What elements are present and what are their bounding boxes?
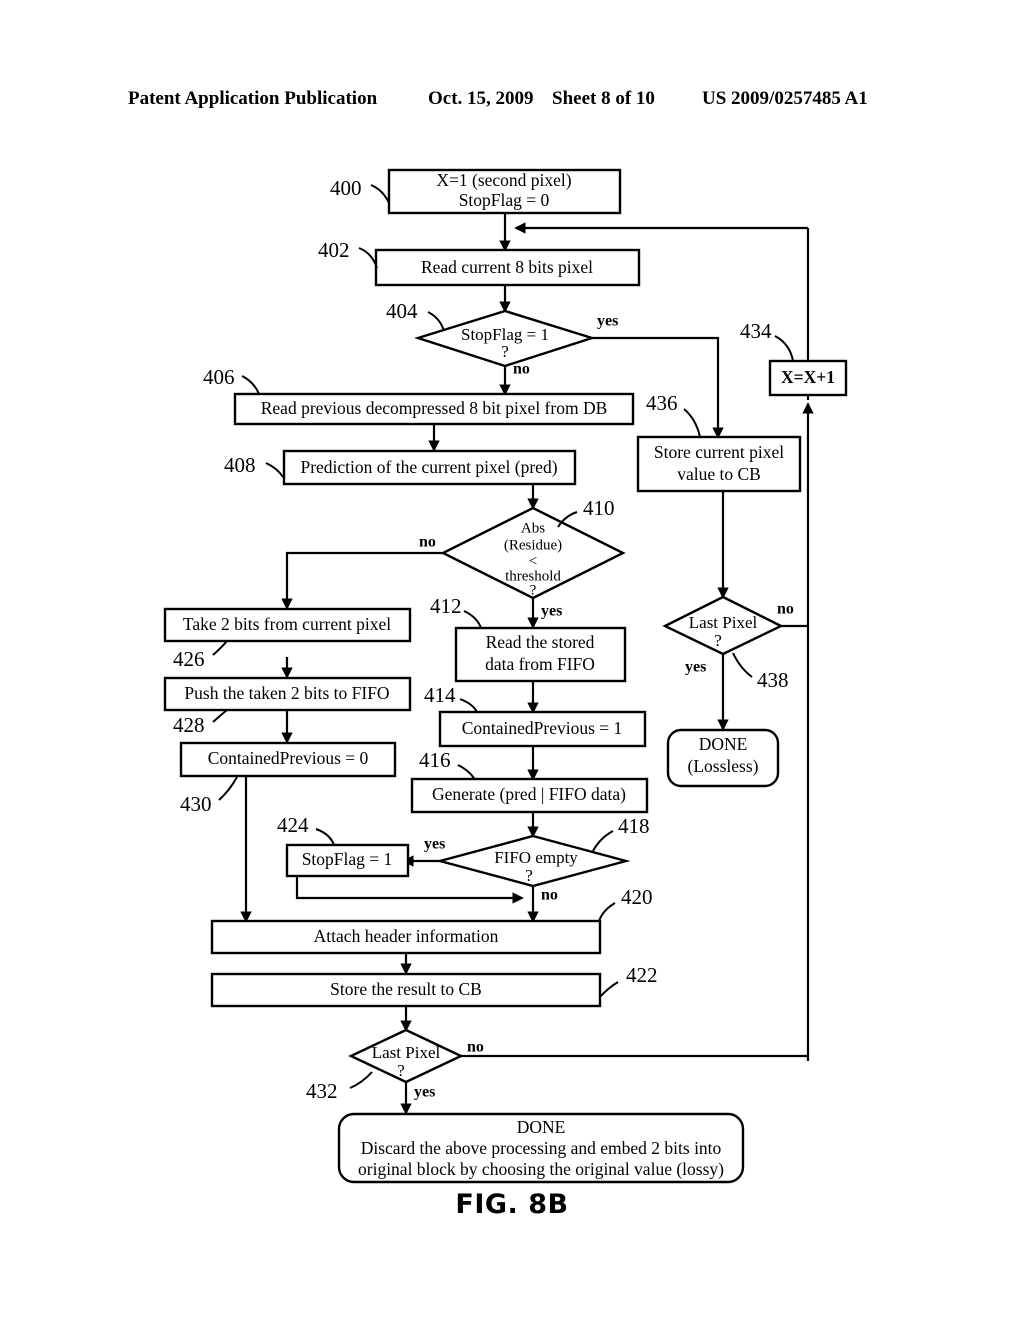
done-lossless-line2: (Lossless) (688, 756, 759, 776)
patent-page: Patent Application Publication Oct. 15, … (0, 0, 1024, 1320)
ref-434: 434 (740, 319, 772, 343)
leader-426 (212, 640, 228, 656)
node-418-line2: ? (525, 866, 533, 885)
node-430-line1: ContainedPrevious = 0 (208, 748, 369, 768)
leader-400 (370, 184, 390, 204)
leader-416 (457, 764, 476, 781)
leader-402 (358, 247, 378, 269)
ref-432: 432 (306, 1079, 338, 1103)
ref-416: 416 (419, 748, 451, 772)
leader-436 (683, 408, 701, 438)
figure-label: FIG. 8B (455, 1189, 569, 1220)
ref-424: 424 (277, 813, 309, 837)
node-408-line1: Prediction of the current pixel (pred) (300, 457, 557, 477)
ref-402: 402 (318, 238, 350, 262)
node-420-line1: Attach header information (314, 926, 499, 946)
node-410-line5: ? (530, 582, 537, 598)
node-412-line1: Read the stored (486, 632, 595, 652)
leader-414 (459, 698, 478, 713)
ref-428: 428 (173, 713, 205, 737)
leader-422 (599, 981, 619, 998)
label-438-yes: yes (685, 659, 706, 676)
ref-410: 410 (583, 496, 615, 520)
ref-406: 406 (203, 365, 235, 389)
ref-414: 414 (424, 683, 456, 707)
leader-432 (349, 1071, 373, 1089)
node-424-line1: StopFlag = 1 (302, 849, 393, 869)
leader-412 (463, 610, 482, 629)
node-432-line2: ? (397, 1061, 405, 1080)
label-418-yes: yes (424, 836, 445, 853)
ref-422: 422 (626, 963, 658, 987)
leader-418 (592, 830, 614, 852)
node-402-line1: Read current 8 bits pixel (421, 257, 593, 277)
edge-432-no-to-rail (461, 1054, 810, 1061)
label-438-no: no (777, 601, 794, 618)
node-410-line2: (Residue) (504, 537, 562, 553)
label-418-no: no (541, 887, 558, 904)
node-418-line1: FIFO empty (494, 848, 578, 867)
leader-424 (315, 828, 335, 846)
ref-438: 438 (757, 668, 789, 692)
edge-424-to-merge (295, 876, 524, 904)
ref-400: 400 (330, 176, 362, 200)
node-412-line2: data from FIFO (485, 654, 595, 674)
node-438-line1: Last Pixel (689, 613, 758, 632)
done-lossy-line2: Discard the above processing and embed 2… (361, 1138, 722, 1158)
node-400-line2: StopFlag = 0 (459, 190, 550, 210)
label-404-yes: yes (597, 313, 618, 330)
leader-408 (265, 462, 284, 478)
leader-430 (218, 776, 238, 801)
leader-438 (732, 652, 753, 678)
ref-418: 418 (618, 814, 650, 838)
node-432-line1: Last Pixel (372, 1043, 441, 1062)
ref-420: 420 (621, 885, 653, 909)
done-lossy-line1: DONE (517, 1117, 566, 1137)
label-410-no: no (419, 534, 436, 551)
leader-420 (598, 902, 616, 922)
done-lossy-line3: original block by choosing the original … (358, 1159, 724, 1179)
node-438-line2: ? (714, 631, 722, 650)
node-404-line2: ? (501, 342, 509, 361)
node-436-line1: Store current pixel (654, 442, 784, 462)
node-426-line1: Take 2 bits from current pixel (183, 614, 391, 634)
node-400-line1: X=1 (second pixel) (436, 170, 571, 190)
ref-404: 404 (386, 299, 418, 323)
node-416-line1: Generate (pred | FIFO data) (432, 784, 626, 804)
flowchart-diagram: X=1 (second pixel) StopFlag = 0 400 Read… (163, 168, 848, 1184)
node-428-line1: Push the taken 2 bits to FIFO (184, 683, 389, 703)
node-406-line1: Read previous decompressed 8 bit pixel f… (261, 398, 608, 418)
leader-406 (241, 375, 260, 395)
ref-426: 426 (173, 647, 205, 671)
done-lossless-line1: DONE (699, 734, 748, 754)
label-410-yes: yes (541, 603, 562, 620)
node-434-line1: X=X+1 (781, 367, 835, 387)
label-432-yes: yes (414, 1084, 435, 1101)
node-410-line3: < (529, 553, 537, 569)
leader-404 (427, 311, 445, 332)
leader-434 (774, 335, 794, 362)
ref-412: 412 (430, 594, 462, 618)
leader-428 (212, 709, 228, 723)
node-410-line1: Abs (521, 520, 545, 536)
ref-436: 436 (646, 391, 678, 415)
node-422-line1: Store the result to CB (330, 979, 482, 999)
ref-408: 408 (224, 453, 256, 477)
node-414-line1: ContainedPrevious = 1 (462, 718, 623, 738)
label-432-no: no (467, 1039, 484, 1056)
ref-430: 430 (180, 792, 212, 816)
label-404-no: no (513, 361, 530, 378)
node-436-line2: value to CB (677, 464, 761, 484)
edge-410-no-to-426 (281, 551, 453, 610)
